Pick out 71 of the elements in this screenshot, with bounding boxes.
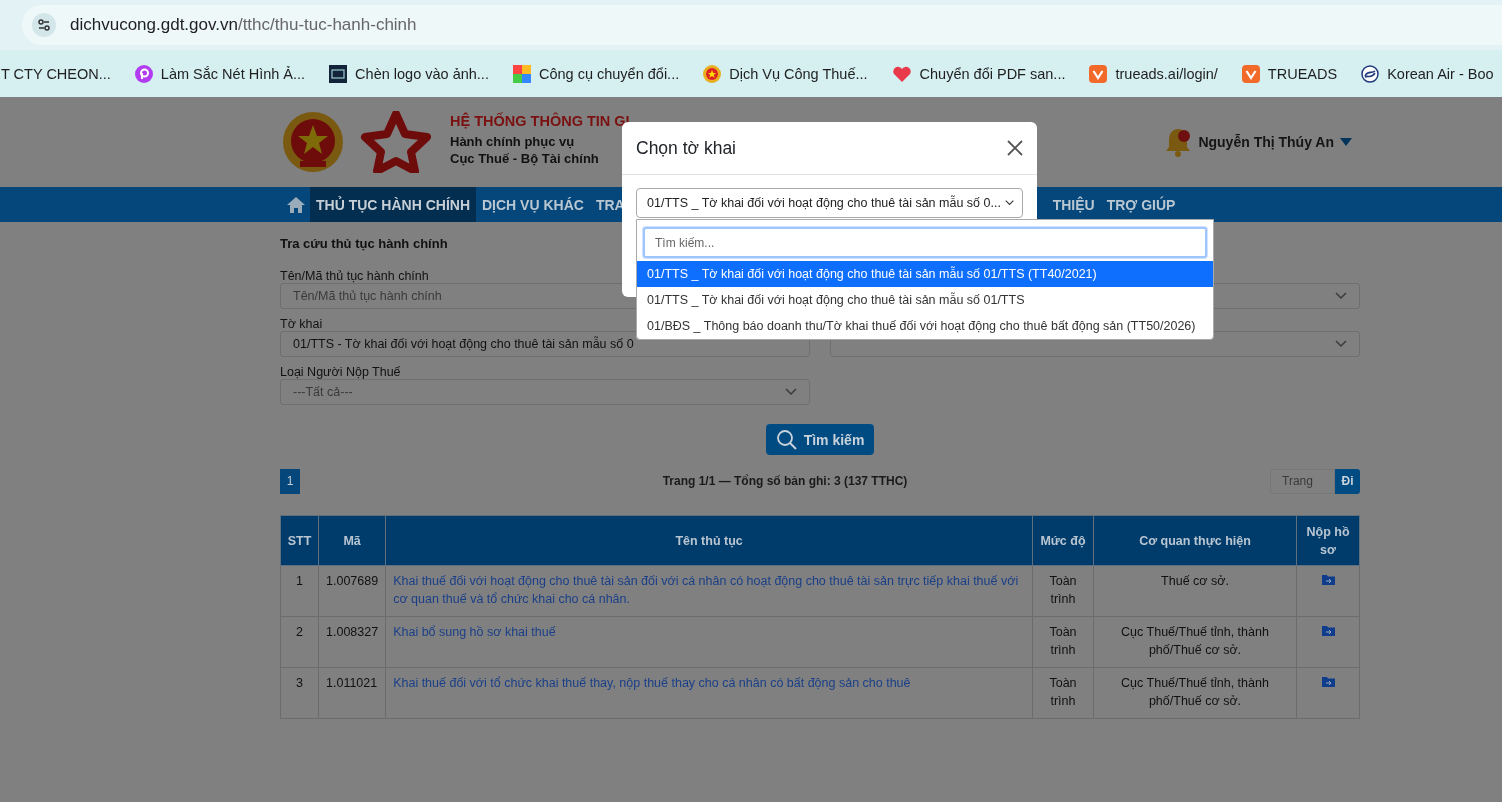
table-cell: 1.007689 — [318, 565, 386, 617]
bookmark[interactable]: Korean Air - Boo — [1361, 64, 1494, 83]
table-cell: Toàn trình — [1032, 565, 1094, 617]
bookmark[interactable]: Dịch Vụ Công Thuế... — [703, 64, 868, 83]
site-settings-icon[interactable] — [32, 13, 56, 37]
form-select[interactable]: 01/TTS _ Tờ khai đối với hoạt động cho thuê tài sản mẫu số 0... — [636, 188, 1023, 218]
bookmark-icon — [1241, 64, 1260, 83]
go-button[interactable]: Đi — [1335, 468, 1360, 494]
column-header: Tên thủ tục — [385, 515, 1033, 566]
bookmark-icon — [1361, 64, 1380, 83]
bookmark-icon — [134, 64, 153, 83]
column-header: STT — [280, 515, 319, 566]
bell-icon[interactable] — [1164, 126, 1193, 158]
folder-icon[interactable] — [1321, 574, 1335, 585]
table-cell: Thuế cơ sở. — [1093, 565, 1297, 617]
table-cell: 1 — [280, 565, 319, 617]
bookmark[interactable]: Làm Sắc Nét Hình Ả... — [134, 64, 306, 83]
bookmark[interactable]: T CTY CHEON... — [1, 65, 111, 82]
bookmark[interactable]: Chuyển đổi PDF san... — [891, 64, 1066, 83]
search-button[interactable]: Tìm kiếm — [765, 424, 875, 455]
field-label: Tờ khai — [280, 317, 323, 331]
bookmark-icon — [891, 64, 912, 83]
table-cell: Cục Thuế/Thuế tỉnh, thành phố/Thuế cơ sở. — [1093, 667, 1297, 719]
column-header: Mã — [318, 515, 386, 566]
table-cell: Cục Thuế/Thuế tỉnh, thành phố/Thuế cơ sở. — [1093, 616, 1297, 668]
table-cell: Toàn trình — [1032, 667, 1094, 719]
column-header: Cơ quan thực hiện — [1093, 515, 1297, 566]
nav-tab[interactable]: THỦ TỤC HÀNH CHÍNH — [310, 187, 476, 222]
dropdown-option[interactable]: 01/TTS _ Tờ khai đối với hoạt động cho thuê tài sản mẫu số 01/TTS (TT40/2021) — [637, 261, 1213, 287]
emblem-logo — [282, 111, 344, 173]
address-bar[interactable]: dichvucong.gdt.gov.vn/tthc/thu-tuc-hanh-chinh — [22, 5, 1502, 45]
search-icon — [775, 428, 798, 451]
column-header: Nộp hồ sơ — [1296, 515, 1360, 566]
bookmark-icon — [512, 64, 531, 83]
column-header: Mức độ — [1032, 515, 1094, 566]
bookmark-icon — [329, 64, 348, 83]
home-icon[interactable] — [286, 195, 306, 214]
header-subtitle: Hành chính phục vụ — [450, 134, 576, 149]
star-logo — [360, 111, 432, 173]
bookmark[interactable]: TRUEADS — [1241, 64, 1338, 83]
caret-icon[interactable] — [1340, 138, 1352, 146]
dialog-title: Chọn tờ khai — [636, 137, 736, 159]
folder-icon[interactable] — [1321, 676, 1335, 687]
table-cell: 1.011021 — [318, 667, 386, 719]
page-button[interactable]: 1 — [280, 468, 300, 494]
field-label: Loại Người Nộp Thuế — [280, 365, 401, 379]
bookmark[interactable]: Công cụ chuyển đổi... — [512, 64, 680, 83]
form-title: Tra cứu thủ tục hành chính — [280, 236, 448, 251]
chevron-down-icon — [1335, 292, 1347, 300]
chevron-down-icon — [785, 388, 797, 396]
nav-tab[interactable]: THIỆU — [1046, 187, 1101, 222]
table-cell: Toàn trình — [1032, 616, 1094, 668]
record-summary: Trang 1/1 — Tổng số bản ghi: 3 (137 TTHC) — [661, 474, 909, 488]
table-cell: 1.008327 — [318, 616, 386, 668]
table-cell: 2 — [280, 616, 319, 668]
field-label: Tên/Mã thủ tục hành chính — [280, 269, 429, 283]
bookmark-icon — [703, 64, 722, 83]
folder-icon[interactable] — [1321, 625, 1335, 636]
chevron-down-icon — [1004, 199, 1014, 207]
bookmark-icon — [1089, 64, 1108, 83]
search-field[interactable]: Tìm kiếm... — [643, 227, 1207, 258]
bookmark[interactable]: Chèn logo vào ảnh... — [329, 64, 489, 83]
chevron-down-icon — [1335, 340, 1347, 348]
nav-tab[interactable]: DỊCH VỤ KHÁC — [476, 187, 590, 222]
header-subtitle: Cục Thuế - Bộ Tài chính — [450, 151, 600, 166]
nav-tab[interactable]: TRỢ GIÚP — [1100, 187, 1182, 222]
bookmark[interactable]: trueads.ai/login/ — [1089, 64, 1218, 83]
close-icon[interactable] — [1005, 138, 1025, 158]
user-name[interactable]: Nguyễn Thị Thúy An — [1198, 134, 1334, 150]
table-cell: 3 — [280, 667, 319, 719]
page-input[interactable]: Trang — [1270, 468, 1335, 494]
